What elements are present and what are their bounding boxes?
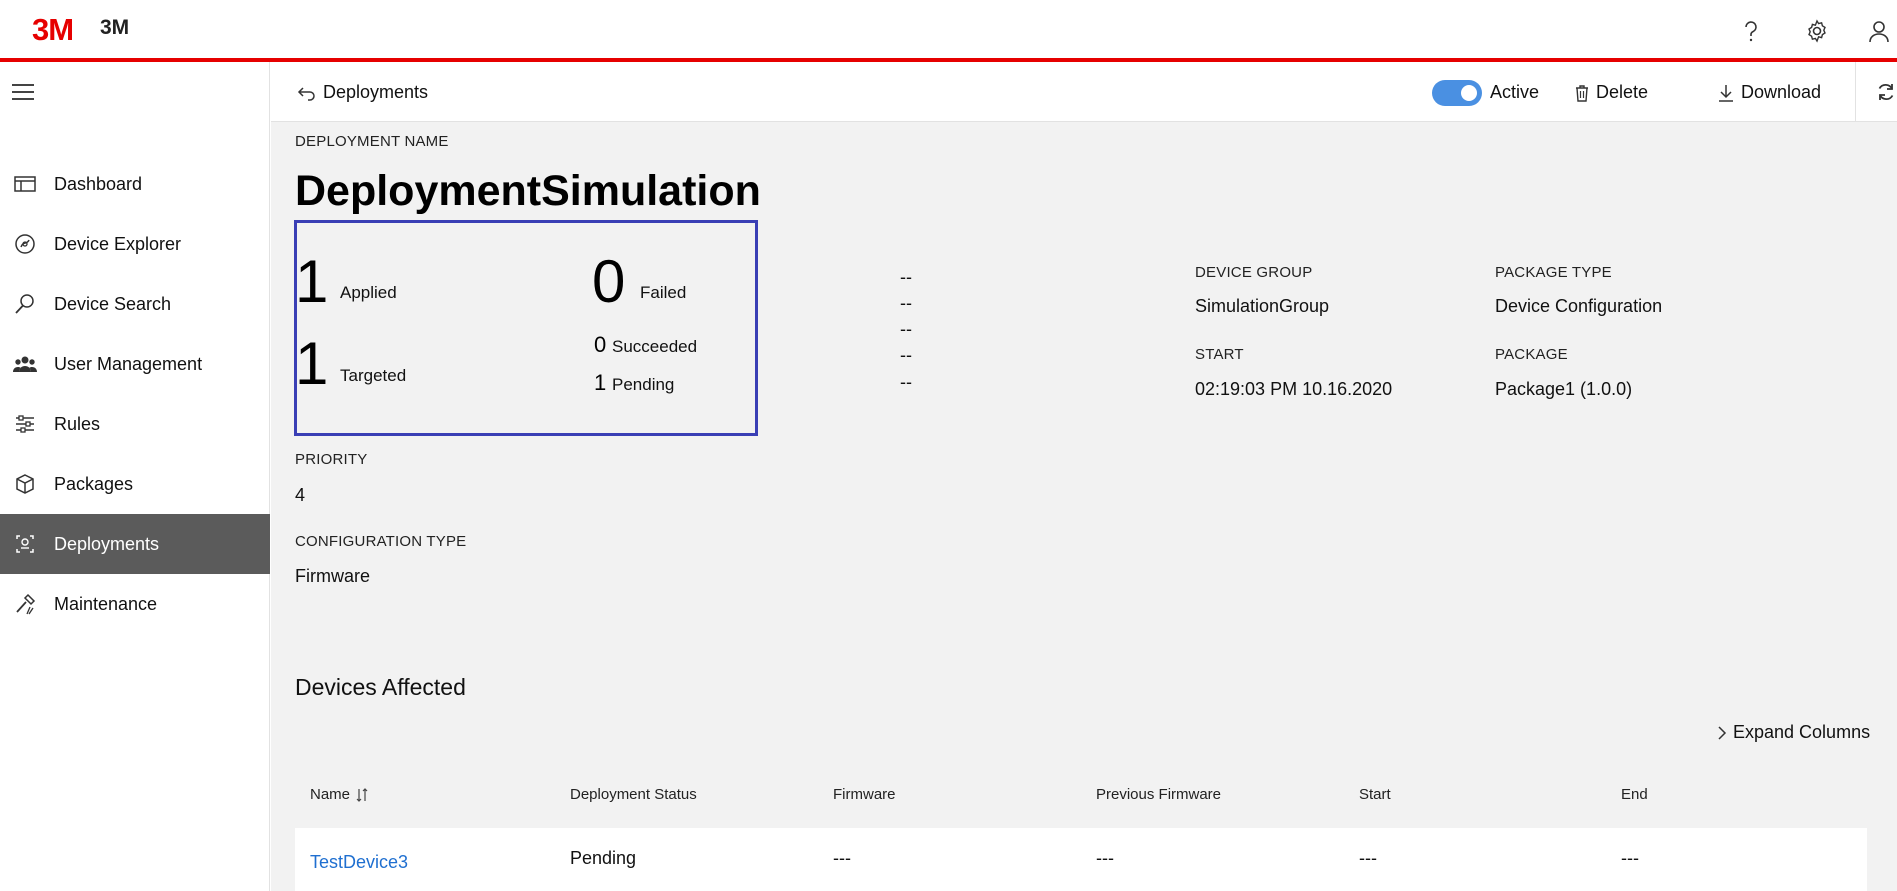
sidebar-item-label: Device Search xyxy=(54,293,172,314)
back-label: Deployments xyxy=(323,82,429,102)
start-caption: START xyxy=(1195,346,1244,363)
users-icon xyxy=(12,353,38,375)
targeted-label: Targeted xyxy=(340,366,407,385)
device-group-value: SimulationGroup xyxy=(1195,296,1330,316)
column-header-previous-firmware[interactable]: Previous Firmware xyxy=(1096,786,1221,803)
column-header-end[interactable]: End xyxy=(1621,786,1648,803)
maintenance-icon xyxy=(12,593,38,615)
deployment-stats-box xyxy=(294,220,758,436)
column-header-firmware[interactable]: Firmware xyxy=(833,786,896,803)
sidebar-item-label: Rules xyxy=(54,413,101,434)
download-icon xyxy=(1719,84,1733,102)
package-caption: PACKAGE xyxy=(1495,346,1568,363)
device-explorer-icon xyxy=(12,233,38,255)
priority-caption: PRIORITY xyxy=(295,451,368,468)
delete-button[interactable]: Delete xyxy=(1574,82,1648,103)
placeholder-dash: -- xyxy=(900,267,912,287)
column-header-deployment-status[interactable]: Deployment Status xyxy=(570,786,697,803)
top-header: 3M 3M xyxy=(0,0,1897,62)
sidebar-item-user-management[interactable]: User Management xyxy=(0,334,270,394)
device-group-caption: DEVICE GROUP xyxy=(1195,264,1313,281)
hamburger-menu-icon[interactable] xyxy=(12,84,36,104)
rules-icon xyxy=(12,413,38,435)
sidebar-item-label: Maintenance xyxy=(54,593,158,614)
active-toggle[interactable] xyxy=(1432,80,1482,106)
pending-label: Pending xyxy=(612,375,675,394)
placeholder-dash: -- xyxy=(900,345,912,365)
toolbar: Deployments Active Delete Download xyxy=(271,62,1897,122)
devices-table-header: Name Deployment Status Firmware Previous… xyxy=(295,772,1867,824)
chevron-right-icon xyxy=(1718,725,1727,740)
end-cell: --- xyxy=(1621,848,1639,868)
sidebar-item-deployments[interactable]: Deployments xyxy=(0,514,270,574)
firmware-cell: --- xyxy=(833,848,851,868)
back-to-deployments-link[interactable]: Deployments xyxy=(297,82,428,103)
sidebar-item-device-search[interactable]: Device Search xyxy=(0,274,270,334)
brand-logo[interactable]: 3M xyxy=(32,12,74,48)
deployment-status-cell: Pending xyxy=(570,848,637,868)
column-header-name[interactable]: Name xyxy=(310,786,368,803)
main-content: Deployments Active Delete Download DEPLO… xyxy=(271,62,1897,891)
package-icon xyxy=(12,473,38,495)
sidebar-item-dashboard[interactable]: Dashboard xyxy=(0,154,270,214)
placeholder-dash: -- xyxy=(900,372,912,392)
deployment-title: DeploymentSimulation xyxy=(295,167,761,215)
package-value: Package1 (1.0.0) xyxy=(1495,379,1633,399)
expand-columns-button[interactable]: Expand Columns xyxy=(1717,722,1870,743)
download-button[interactable]: Download xyxy=(1717,82,1821,103)
pending-count: 1 xyxy=(594,370,607,395)
back-arrow-icon xyxy=(297,86,315,101)
applied-count: 1 xyxy=(295,248,329,315)
refresh-icon[interactable] xyxy=(1876,82,1896,107)
sidebar-item-maintenance[interactable]: Maintenance xyxy=(0,574,270,634)
succeeded-count: 0 xyxy=(594,332,607,357)
configuration-type-value: Firmware xyxy=(295,566,370,586)
active-label: Active xyxy=(1490,82,1540,102)
settings-gear-icon[interactable] xyxy=(1804,18,1830,44)
previous-firmware-cell: --- xyxy=(1096,848,1114,868)
deployment-name-caption: DEPLOYMENT NAME xyxy=(295,133,449,150)
column-header-label: Name xyxy=(310,786,351,803)
package-type-value: Device Configuration xyxy=(1495,296,1663,316)
download-label: Download xyxy=(1741,82,1822,102)
failed-count: 0 xyxy=(592,248,626,315)
sidebar-item-label: Dashboard xyxy=(54,173,143,194)
sidebar-item-label: Packages xyxy=(54,473,134,494)
priority-value: 4 xyxy=(295,485,306,505)
sidebar: Dashboard Device Explorer Device Search … xyxy=(0,62,270,891)
sidebar-item-rules[interactable]: Rules xyxy=(0,394,270,454)
targeted-count: 1 xyxy=(295,330,329,397)
brand-name: 3M xyxy=(100,16,130,39)
devices-affected-title: Devices Affected xyxy=(295,674,466,700)
sidebar-nav: Dashboard Device Explorer Device Search … xyxy=(0,154,270,634)
dashboard-icon xyxy=(12,173,38,195)
sidebar-item-label: User Management xyxy=(54,353,203,374)
column-header-start[interactable]: Start xyxy=(1359,786,1391,803)
sidebar-item-device-explorer[interactable]: Device Explorer xyxy=(0,214,270,274)
delete-label: Delete xyxy=(1596,82,1649,102)
sort-icon xyxy=(356,787,368,802)
sidebar-item-label: Device Explorer xyxy=(54,233,182,254)
placeholder-dash: -- xyxy=(900,293,912,313)
package-type-caption: PACKAGE TYPE xyxy=(1495,264,1612,281)
deployments-icon xyxy=(12,533,38,555)
search-icon xyxy=(12,293,38,315)
placeholder-dash: -- xyxy=(900,319,912,339)
sidebar-item-label: Deployments xyxy=(54,533,160,554)
succeeded-label: Succeeded xyxy=(612,337,698,356)
expand-columns-label: Expand Columns xyxy=(1733,722,1871,742)
sidebar-item-packages[interactable]: Packages xyxy=(0,454,270,514)
table-row[interactable]: TestDevice3 Pending --- --- --- --- xyxy=(295,828,1867,891)
help-icon[interactable] xyxy=(1738,18,1764,44)
applied-label: Applied xyxy=(340,283,397,302)
start-cell: --- xyxy=(1359,848,1377,868)
device-name-link[interactable]: TestDevice3 xyxy=(310,852,408,873)
configuration-type-caption: CONFIGURATION TYPE xyxy=(295,533,467,550)
toolbar-divider xyxy=(1855,62,1856,122)
trash-icon xyxy=(1576,84,1588,102)
user-profile-icon[interactable] xyxy=(1866,18,1892,44)
failed-label: Failed xyxy=(640,283,687,302)
start-value: 02:19:03 PM 10.16.2020 xyxy=(1195,379,1393,399)
